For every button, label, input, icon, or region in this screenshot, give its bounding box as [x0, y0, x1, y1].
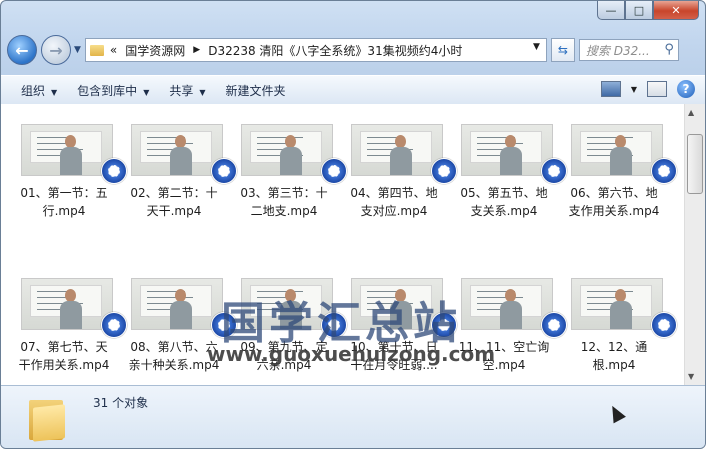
- chevron-down-icon: ▼: [199, 87, 206, 97]
- file-name: 04、第四节、地支对应.mp4: [350, 186, 438, 218]
- video-player-icon: [211, 158, 237, 184]
- presenter-graphic: [610, 135, 632, 175]
- file-item[interactable]: 11、11、空亡询空.mp4: [455, 274, 567, 385]
- video-player-icon: [101, 158, 127, 184]
- caption-buttons: — □ ✕: [597, 1, 699, 21]
- presenter-graphic: [500, 135, 522, 175]
- include-in-library-menu[interactable]: 包含到库中 ▼: [77, 82, 149, 99]
- breadcrumb-separator-icon[interactable]: ▶: [193, 45, 200, 55]
- breadcrumb-overflow[interactable]: «: [110, 43, 117, 57]
- include-library-label: 包含到库中: [77, 83, 138, 98]
- video-thumbnail: [461, 278, 553, 330]
- command-bar: 组织 ▼ 包含到库中 ▼ 共享 ▼ 新建文件夹 ▼ ?: [1, 75, 705, 105]
- breadcrumb-current[interactable]: D32238 清阳《八字全系统》31集视频约4小时: [208, 42, 462, 59]
- video-thumbnail: [461, 124, 553, 176]
- address-bar[interactable]: « 国学资源网 ▶ D32238 清阳《八字全系统》31集视频约4小时 ▼: [84, 38, 547, 62]
- video-thumbnail: [351, 124, 443, 176]
- preview-pane-icon[interactable]: [647, 81, 667, 97]
- video-player-icon: [101, 312, 127, 338]
- chevron-down-icon: ▼: [143, 87, 150, 97]
- file-name: 06、第六节、地支作用关系.mp4: [568, 186, 660, 218]
- navigation-bar: ← → ▼ « 国学资源网 ▶ D32238 清阳《八字全系统》31集视频约4小…: [7, 35, 699, 65]
- view-dropdown-icon[interactable]: ▼: [631, 85, 637, 94]
- vertical-scrollbar[interactable]: ▲ ▼: [684, 104, 705, 385]
- video-player-icon: [321, 158, 347, 184]
- back-button[interactable]: ←: [7, 35, 37, 65]
- details-pane: 31 个对象: [1, 385, 705, 448]
- video-player-icon: [541, 312, 567, 338]
- file-item[interactable]: 05、第五节、地支关系.mp4: [455, 120, 567, 262]
- file-name: 02、第二节：十天干.mp4: [130, 186, 218, 218]
- search-icon[interactable]: ⚲: [664, 42, 674, 57]
- file-item[interactable]: 01、第一节：五行.mp4: [15, 120, 127, 262]
- file-name: 03、第三节：十二地支.mp4: [240, 186, 328, 218]
- breadcrumb-root[interactable]: 国学资源网: [125, 42, 185, 59]
- address-dropdown-icon[interactable]: ▼: [533, 42, 540, 52]
- search-input[interactable]: 搜索 D32... ⚲: [578, 39, 679, 61]
- folder-icon: [29, 396, 65, 442]
- file-item[interactable]: 03、第三节：十二地支.mp4: [235, 120, 347, 262]
- file-item[interactable]: 07、第七节、天干作用关系.mp4: [15, 274, 127, 385]
- toolbar-right-group: ▼ ?: [600, 80, 695, 98]
- refresh-icon[interactable]: ⇆: [550, 38, 575, 62]
- minimize-button[interactable]: —: [597, 1, 625, 20]
- presenter-graphic: [60, 289, 82, 329]
- share-menu[interactable]: 共享 ▼: [169, 82, 205, 99]
- video-player-icon: [651, 312, 677, 338]
- item-count: 31 个对象: [93, 396, 149, 410]
- video-thumbnail: [571, 278, 663, 330]
- file-item[interactable]: 06、第六节、地支作用关系.mp4: [565, 120, 677, 262]
- presenter-graphic: [280, 135, 302, 175]
- file-item[interactable]: 08、第八节、六亲十种关系.mp4: [125, 274, 237, 385]
- search-placeholder: 搜索 D32...: [585, 43, 650, 58]
- file-name: 07、第七节、天干作用关系.mp4: [18, 340, 110, 372]
- scroll-down-icon[interactable]: ▼: [688, 372, 694, 381]
- file-name: 01、第一节：五行.mp4: [20, 186, 108, 218]
- file-name: 12、12、通根.mp4: [580, 340, 648, 372]
- file-item[interactable]: 04、第四节、地支对应.mp4: [345, 120, 457, 262]
- folder-icon: [89, 44, 104, 56]
- presenter-graphic: [390, 135, 412, 175]
- share-label: 共享: [169, 83, 194, 98]
- explorer-window: — □ ✕ ← → ▼ « 国学资源网 ▶ D32238 清阳《八字全系统》31…: [0, 0, 706, 449]
- video-thumbnail: [131, 124, 223, 176]
- watermark-url: www.guoxuehuizong.com: [207, 342, 496, 366]
- video-player-icon: [431, 158, 457, 184]
- forward-button[interactable]: →: [41, 35, 71, 65]
- video-thumbnail: [241, 124, 333, 176]
- presenter-graphic: [500, 289, 522, 329]
- new-folder-button[interactable]: 新建文件夹: [226, 82, 286, 99]
- maximize-button[interactable]: □: [625, 1, 653, 20]
- video-player-icon: [541, 158, 567, 184]
- help-icon[interactable]: ?: [677, 80, 695, 98]
- organize-label: 组织: [21, 83, 46, 98]
- file-list: 01、第一节：五行.mp4 02、第二节：十天干.mp4 03、第三节：十二地支.m…: [1, 104, 685, 385]
- video-thumbnail: [131, 278, 223, 330]
- organize-menu[interactable]: 组织 ▼: [21, 82, 57, 99]
- chevron-down-icon: ▼: [51, 87, 58, 97]
- recent-pages-dropdown-icon[interactable]: ▼: [74, 45, 81, 55]
- file-item[interactable]: 12、12、通根.mp4: [565, 274, 677, 385]
- presenter-graphic: [170, 289, 192, 329]
- file-name: 05、第五节、地支关系.mp4: [460, 186, 548, 218]
- close-button[interactable]: ✕: [653, 1, 699, 20]
- video-thumbnail: [21, 278, 113, 330]
- scroll-up-icon[interactable]: ▲: [688, 108, 694, 117]
- presenter-graphic: [60, 135, 82, 175]
- presenter-graphic: [610, 289, 632, 329]
- video-thumbnail: [571, 124, 663, 176]
- scrollbar-thumb[interactable]: [687, 134, 703, 194]
- change-view-icon[interactable]: [600, 81, 621, 97]
- video-player-icon: [651, 158, 677, 184]
- file-item[interactable]: 02、第二节：十天干.mp4: [125, 120, 237, 262]
- presenter-graphic: [170, 135, 192, 175]
- video-thumbnail: [21, 124, 113, 176]
